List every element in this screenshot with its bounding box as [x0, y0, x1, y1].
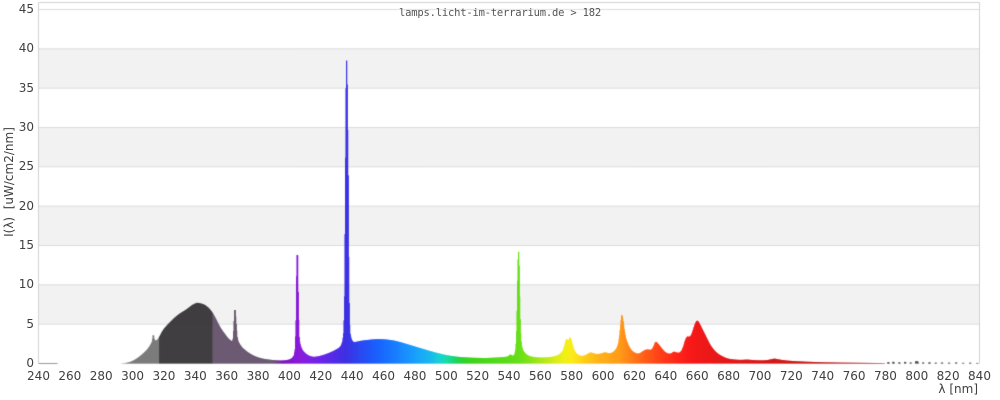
x-tick-label: 260: [58, 369, 82, 383]
x-tick-label: 500: [434, 369, 458, 383]
x-tick-label: 780: [873, 369, 897, 383]
x-tick-label: 580: [560, 369, 584, 383]
x-tick-label: 540: [497, 369, 521, 383]
y-axis-label: I(λ) [uW/cm2/nm]: [2, 127, 16, 237]
x-axis-label: λ [nm]: [938, 382, 978, 396]
y-tick-label: 15: [18, 238, 34, 252]
x-tick-label: 700: [748, 369, 772, 383]
x-tick-label: 240: [27, 369, 50, 383]
x-tick-label: 480: [403, 369, 427, 383]
x-tick-label: 840: [968, 369, 991, 383]
x-tick-label: 280: [89, 369, 113, 383]
x-tick-label: 340: [183, 369, 207, 383]
y-tick-label: 35: [18, 80, 34, 95]
x-tick-label: 440: [340, 369, 364, 383]
x-tick-label: 320: [152, 369, 176, 383]
x-tick-label: 400: [277, 369, 301, 383]
y-tick-label: 30: [18, 120, 34, 134]
y-tick-label: 25: [18, 159, 34, 174]
x-tick-label: 800: [905, 369, 929, 383]
x-tick-label: 520: [466, 369, 490, 383]
y-tick-label: 10: [18, 277, 34, 292]
y-tick-label: 5: [26, 316, 34, 331]
y-tick-label: 45: [18, 2, 34, 16]
x-tick-label: 300: [121, 369, 145, 383]
y-tick-label: 20: [18, 198, 34, 213]
x-tick-label: 600: [591, 369, 615, 383]
x-tick-label: 380: [246, 369, 270, 383]
y-tick-label: 0: [26, 356, 34, 370]
chart-title: lamps.licht-im-terrarium.de > 182: [398, 7, 601, 19]
x-tick-label: 560: [528, 369, 552, 383]
x-tick-label: 460: [372, 369, 395, 383]
spectrum-chart: lamps.licht-im-terrarium.de > 182 I(λ) […: [0, 0, 1000, 400]
x-tick-label: 820: [936, 369, 960, 383]
x-tick-label: 740: [811, 369, 835, 383]
x-tick-label: 680: [717, 369, 741, 383]
x-tick-label: 760: [842, 369, 866, 383]
x-tick-label: 420: [309, 369, 333, 383]
x-tick-label: 620: [623, 369, 646, 383]
x-tick-label: 660: [685, 369, 709, 383]
spectrum-plot: [0, 0, 1000, 400]
x-tick-label: 360: [215, 369, 239, 383]
x-tick-label: 640: [654, 369, 678, 383]
x-tick-label: 720: [779, 369, 803, 383]
y-tick-label: 40: [18, 41, 34, 56]
